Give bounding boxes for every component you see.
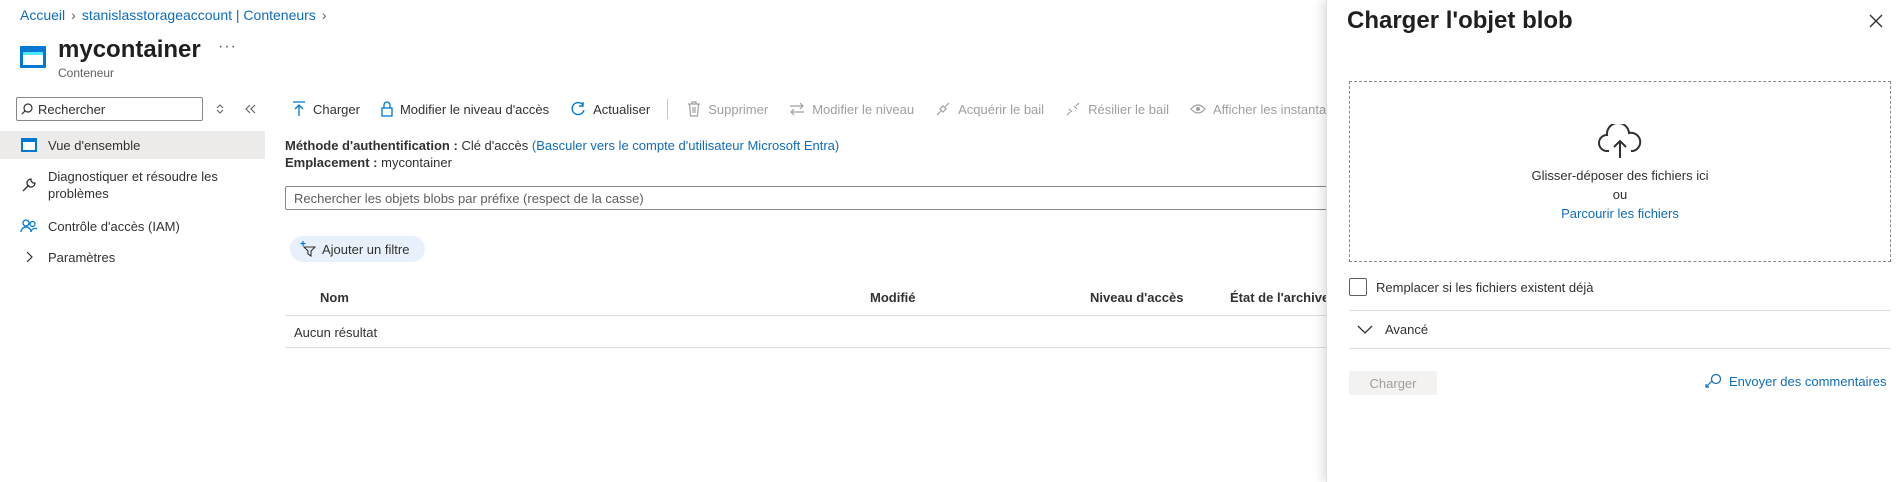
chevron-right-icon: › <box>321 7 327 23</box>
page-subtitle: Conteneur <box>58 66 115 80</box>
show-snapshots-button[interactable]: Afficher les instantanés <box>1190 102 1347 117</box>
switch-auth-link[interactable]: (Basculer vers le compte d'utilisateur M… <box>532 138 839 153</box>
refresh-icon <box>571 101 585 116</box>
filter-add-icon <box>300 241 316 257</box>
column-header-archive-status[interactable]: État de l'archive <box>1230 290 1329 305</box>
location-row: Emplacement : mycontainer <box>285 155 452 170</box>
change-access-level-button[interactable]: Modifier le niveau d'accès <box>381 101 549 117</box>
sort-icon[interactable] <box>215 103 225 115</box>
wrench-icon <box>20 176 38 194</box>
advanced-section-toggle[interactable]: Avancé <box>1357 322 1428 337</box>
upload-submit-button[interactable]: Charger <box>1349 371 1437 395</box>
upload-icon <box>293 101 305 116</box>
location-label: Emplacement : <box>285 155 378 170</box>
sidebar-item-overview[interactable]: Vue d'ensemble <box>0 131 265 159</box>
container-icon <box>20 46 46 68</box>
search-icon <box>21 103 33 115</box>
auth-method-value: Clé d'accès <box>461 138 529 153</box>
chevron-down-icon <box>1357 325 1373 334</box>
divider <box>1349 348 1891 349</box>
column-header-access-tier[interactable]: Niveau d'accès <box>1090 290 1183 305</box>
table-divider <box>285 347 1335 348</box>
cloud-upload-icon <box>1598 124 1642 158</box>
delete-button[interactable]: Supprimer <box>687 101 768 117</box>
sidebar-item-label: problèmes <box>48 186 109 201</box>
feedback-icon <box>1705 373 1722 388</box>
break-lease-button[interactable]: Résilier le bail <box>1065 101 1169 117</box>
breadcrumb-home[interactable]: Accueil <box>20 7 65 23</box>
collapse-icon[interactable] <box>244 103 256 115</box>
table-header-divider <box>285 315 1335 316</box>
sidebar-item-label: Diagnostiquer et résoudre les <box>48 169 218 184</box>
empty-table-message: Aucun résultat <box>294 325 378 340</box>
sidebar-item-iam[interactable]: Contrôle d'accès (IAM) <box>0 216 265 236</box>
chevron-right-icon <box>20 248 38 266</box>
sidebar-item-settings[interactable]: Paramètres <box>0 247 265 267</box>
lock-icon <box>381 101 393 117</box>
file-dropzone[interactable]: Glisser-déposer des fichiers ici ou Parc… <box>1349 81 1891 262</box>
sidebar-search-input[interactable] <box>38 101 188 117</box>
container-icon <box>20 136 38 154</box>
auth-method-label: Méthode d'authentification : <box>285 138 458 153</box>
add-filter-button[interactable]: Ajouter un filtre <box>290 236 426 262</box>
panel-title: Charger l'objet blob <box>1347 7 1573 34</box>
refresh-button[interactable]: Actualiser <box>570 101 650 117</box>
sidebar-item-label: Contrôle d'accès (IAM) <box>48 218 180 234</box>
more-actions-button[interactable]: ··· <box>218 38 237 56</box>
breadcrumb-storage-account[interactable]: stanislasstorageaccount | Conteneurs <box>82 7 316 23</box>
sidebar-item-label: Vue d'ensemble <box>48 137 141 153</box>
upload-button[interactable]: Charger <box>292 101 360 117</box>
location-value: mycontainer <box>381 155 452 170</box>
command-bar: Charger Modifier le niveau d'accès Actua… <box>292 97 1368 121</box>
auth-method-row: Méthode d'authentification : Clé d'accès… <box>285 138 839 153</box>
sidebar-item-label: Paramètres <box>48 249 116 265</box>
browse-files-link[interactable]: Parcourir les fichiers <box>1561 206 1679 222</box>
swap-icon <box>790 102 805 116</box>
overwrite-checkbox[interactable] <box>1349 278 1367 296</box>
blob-search-box[interactable] <box>285 186 1335 210</box>
people-icon <box>20 217 38 235</box>
breadcrumb: Accueil › stanislasstorageaccount | Cont… <box>20 7 326 23</box>
chevron-right-icon: › <box>71 7 76 23</box>
eye-icon <box>1190 104 1206 114</box>
overwrite-label: Remplacer si les fichiers existent déjà <box>1376 279 1594 295</box>
overwrite-option[interactable]: Remplacer si les fichiers existent déjà <box>1349 278 1593 296</box>
page-title: mycontainer <box>58 36 201 63</box>
toolbar-divider <box>667 99 669 119</box>
column-header-name[interactable]: Nom <box>320 290 349 305</box>
close-icon[interactable] <box>1867 12 1885 30</box>
column-header-modified[interactable]: Modifié <box>870 290 916 305</box>
upload-blob-panel: Charger l'objet blob Glisser-déposer des… <box>1326 0 1896 482</box>
link-icon <box>936 102 950 116</box>
acquire-lease-button[interactable]: Acquérir le bail <box>935 101 1044 117</box>
drop-instructions: Glisser-déposer des fichiers ici <box>1531 168 1709 183</box>
sidebar-item-diagnose[interactable]: Diagnostiquer et résoudre les problèmes <box>0 168 265 202</box>
divider <box>1349 310 1891 311</box>
blob-prefix-search-input[interactable] <box>294 190 1334 206</box>
send-feedback-link[interactable]: Envoyer des commentaires <box>1705 373 1887 389</box>
broken-link-icon <box>1066 102 1080 116</box>
trash-icon <box>688 101 701 117</box>
or-text: ou <box>1612 187 1628 202</box>
change-tier-button[interactable]: Modifier le niveau <box>789 102 914 117</box>
sidebar-search[interactable] <box>16 97 203 121</box>
